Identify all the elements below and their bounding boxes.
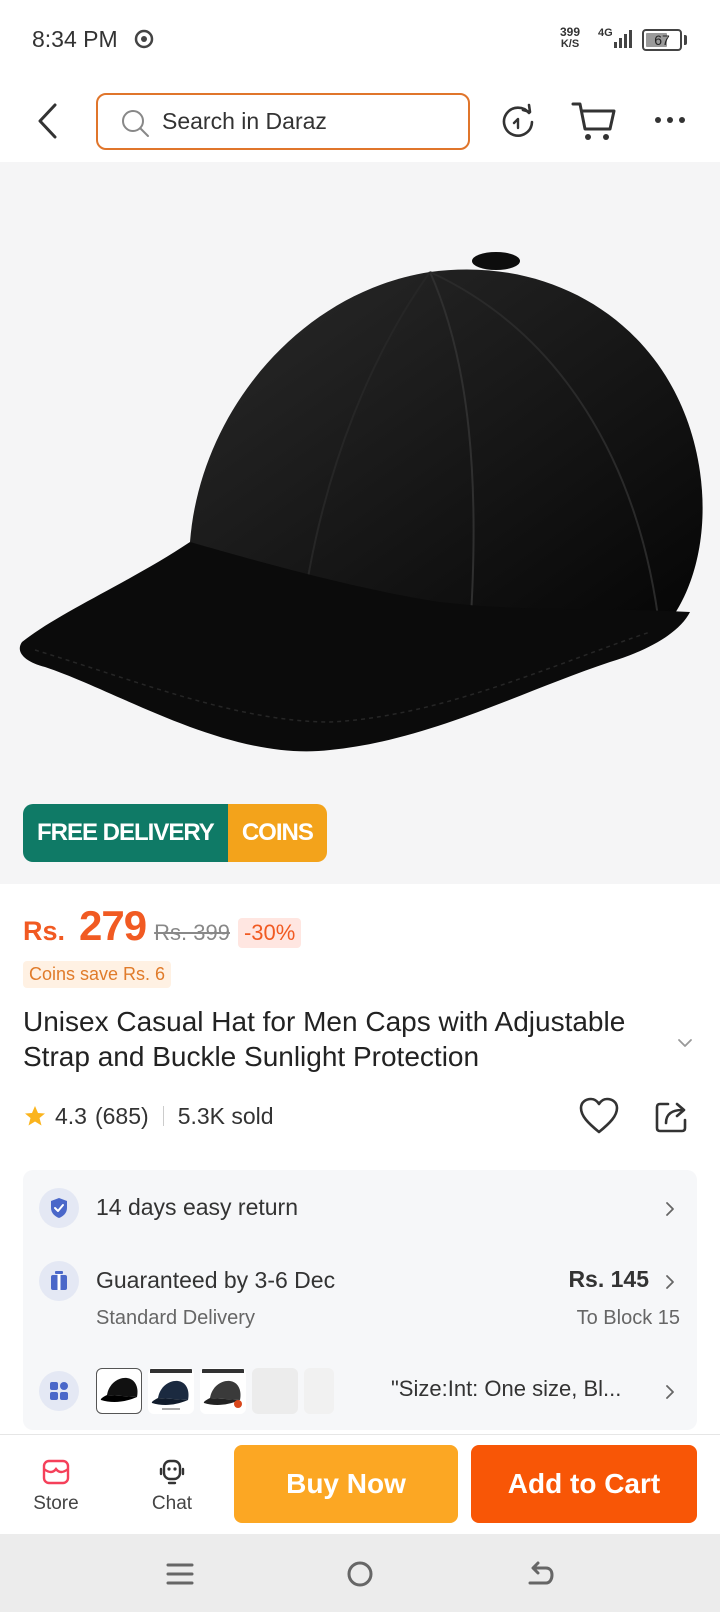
chat-label: Chat: [151, 1493, 193, 1514]
coins-badge: COINS: [227, 804, 327, 862]
signal-icon: [614, 30, 632, 48]
add-to-cart-button[interactable]: Add to Cart: [471, 1445, 697, 1523]
store-icon: [42, 1459, 70, 1485]
net-speed: 399 K/S: [560, 25, 581, 50]
store-button[interactable]: Store: [16, 1457, 96, 1515]
chat-button[interactable]: Chat: [132, 1457, 212, 1515]
variant-thumb-black[interactable]: [96, 1368, 142, 1414]
home-icon[interactable]: [344, 1558, 376, 1590]
return-text: 14 days easy return: [96, 1194, 299, 1220]
variant-text: "Size:Int: One size, Bl...: [391, 1376, 622, 1401]
store-label: Store: [33, 1493, 79, 1514]
price-row: Rs. 279 Rs. 399 -30%: [23, 902, 302, 956]
variant-grid-icon: [39, 1371, 79, 1411]
battery-tip: [684, 35, 687, 45]
coins-save-badge: Coins save Rs. 6: [23, 961, 172, 988]
network-type: 4G: [598, 27, 613, 39]
chevron-right-icon: [666, 1202, 674, 1216]
info-card: 14 days easy return Guaranteed by 3-6 De…: [23, 1170, 697, 1430]
back-icon[interactable]: [30, 99, 68, 143]
sold-count: 5.3K sold: [177, 1102, 274, 1129]
variant-thumb-4[interactable]: [252, 1368, 298, 1414]
more-icon[interactable]: [652, 110, 692, 130]
rating-value: 4.3: [55, 1102, 87, 1129]
chrome-icon: [134, 29, 154, 49]
search-icon: [122, 110, 149, 137]
rating-divider: [162, 1106, 164, 1126]
cap-image: [19, 252, 703, 752]
search-input[interactable]: [162, 95, 452, 148]
discount-badge: -30%: [237, 918, 302, 948]
delivery-fee: Rs. 145: [568, 1266, 649, 1292]
action-bar: Store Chat Buy Now Add to Cart: [0, 1434, 720, 1534]
price-current: 279: [79, 902, 147, 949]
menu-icon[interactable]: [164, 1558, 196, 1590]
status-time: 8:34 PM: [32, 26, 118, 52]
variant-thumb-grey[interactable]: [200, 1368, 246, 1414]
rating-row[interactable]: 4.3 (685) 5.3K sold: [23, 1098, 274, 1134]
delivery-box-icon: [39, 1261, 79, 1301]
share-icon[interactable]: [654, 1098, 690, 1134]
chevron-right-icon: [666, 1385, 674, 1399]
product-title[interactable]: Unisex Casual Hat for Men Caps with Adju…: [23, 1004, 673, 1074]
chat-icon: [159, 1459, 185, 1485]
price-original: Rs. 399: [154, 920, 230, 945]
back-nav-icon[interactable]: [524, 1558, 556, 1590]
status-bar: 8:34 PM 399 K/S 4G 67: [0, 0, 720, 80]
delivery-method: Standard Delivery: [96, 1307, 255, 1329]
star-icon: [25, 1106, 45, 1126]
cart-icon[interactable]: [570, 99, 618, 143]
free-delivery-badge: FREE DELIVERY: [23, 804, 228, 862]
product-image[interactable]: FREE DELIVERY COINS: [0, 162, 720, 884]
review-count: (685): [94, 1102, 149, 1129]
delivery-badge: FREE DELIVERY COINS: [23, 804, 327, 862]
variant-thumbnails: [96, 1368, 340, 1414]
chevron-right-icon: [666, 1275, 674, 1289]
system-nav-bar: [0, 1534, 720, 1612]
refresh-icon[interactable]: [497, 101, 539, 143]
variant-thumb-navy[interactable]: [148, 1368, 194, 1414]
variant-thumb-5[interactable]: [304, 1368, 334, 1414]
battery-icon: 67: [642, 29, 682, 51]
shield-icon: [39, 1188, 79, 1228]
search-box[interactable]: [96, 93, 470, 150]
header: [0, 80, 720, 162]
chevron-down-icon[interactable]: [676, 1034, 694, 1052]
heart-icon[interactable]: [578, 1096, 620, 1136]
price-currency: Rs.: [23, 916, 66, 946]
delivery-location: To Block 15: [576, 1307, 680, 1329]
buy-now-button[interactable]: Buy Now: [234, 1445, 458, 1523]
delivery-text: Guaranteed by 3-6 Dec: [96, 1267, 336, 1293]
